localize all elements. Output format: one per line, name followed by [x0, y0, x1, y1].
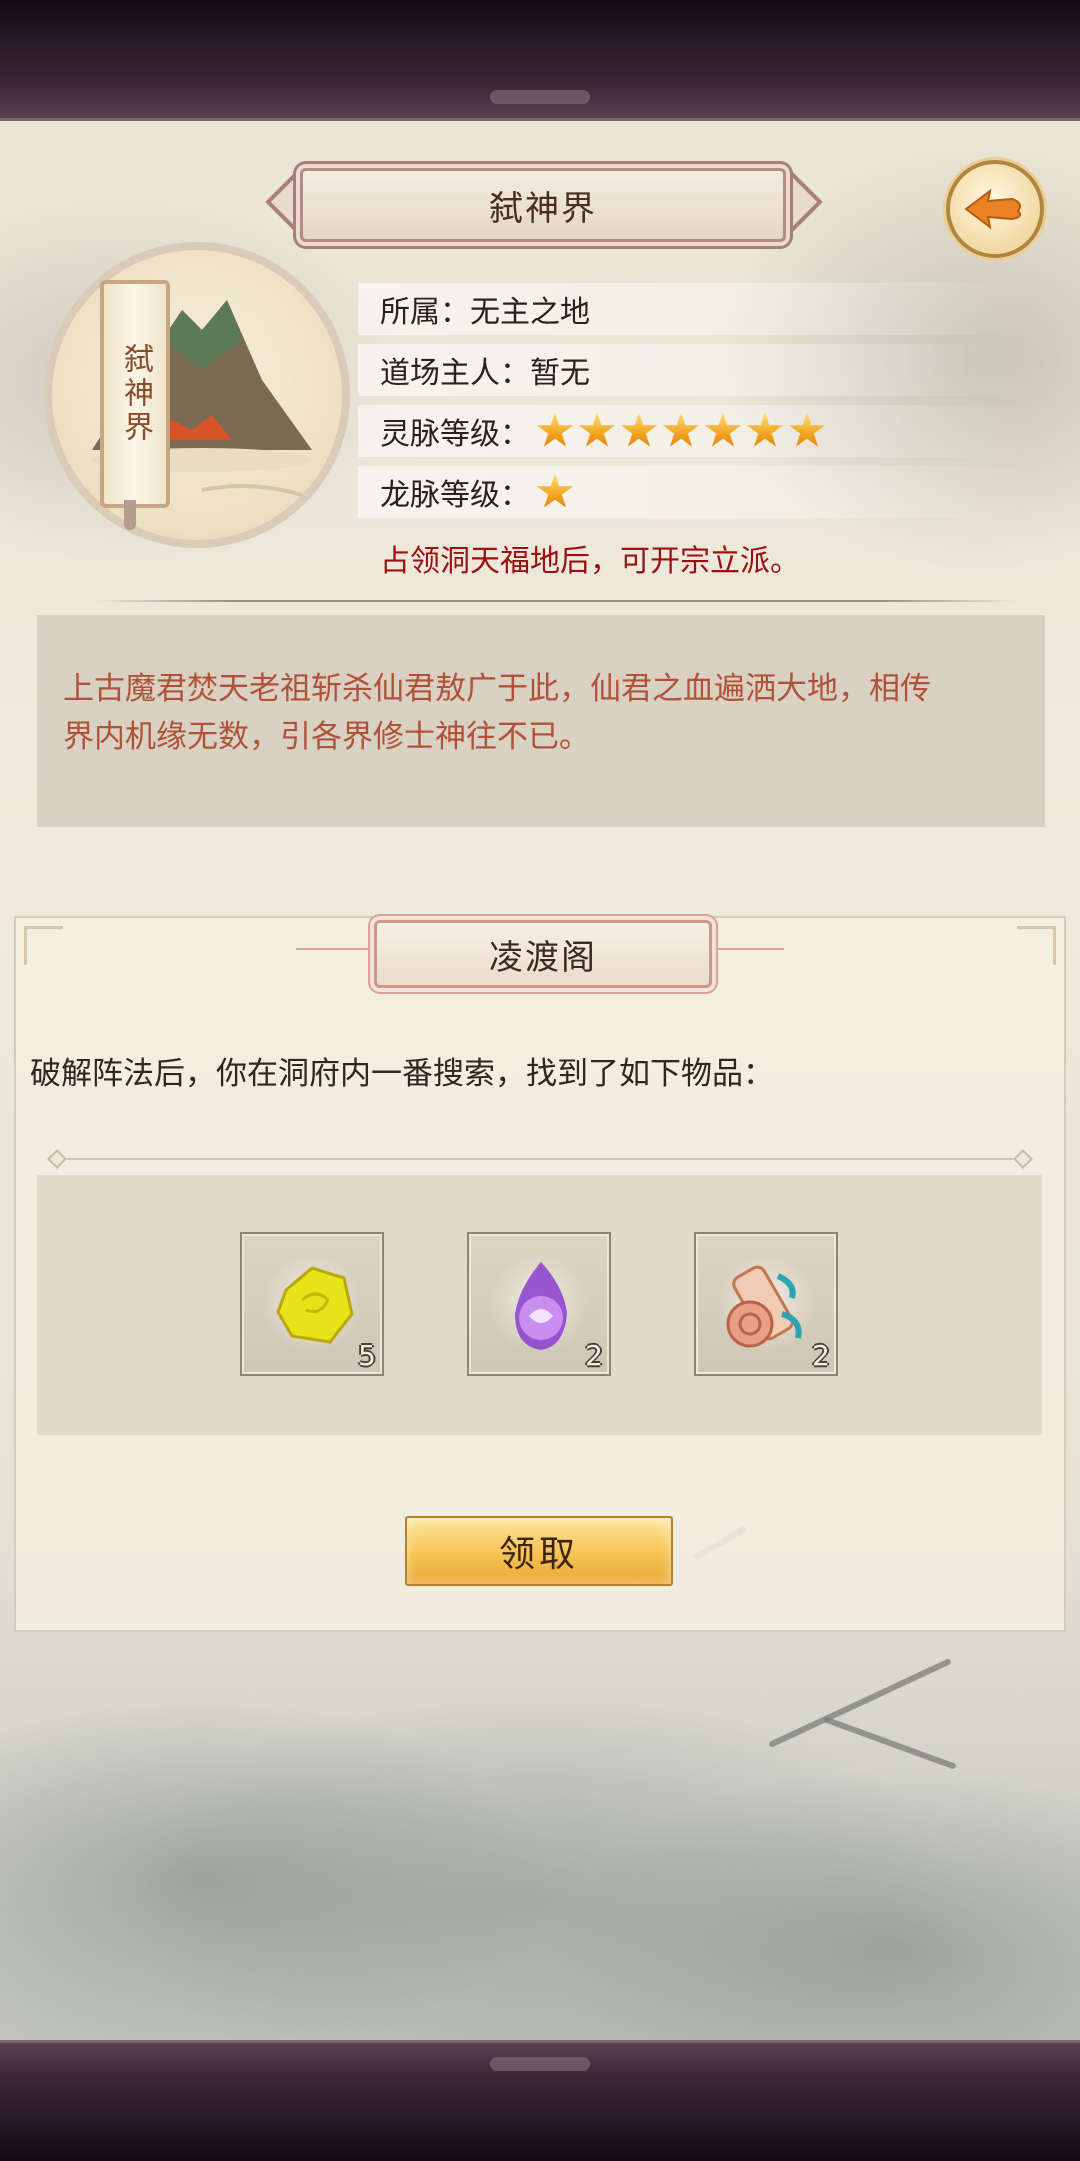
- section-title-line-right: [704, 948, 784, 950]
- reward-item-slot[interactable]: 2: [694, 1232, 838, 1376]
- title-plaque: 弑神界: [300, 168, 786, 242]
- info-row-owner: 道场主人：暂无: [358, 344, 1028, 396]
- realm-name-banner: 弑神界: [100, 280, 170, 508]
- info-row-spirit-vein: 灵脉等级：: [358, 405, 1028, 457]
- scroll-icon: [726, 1265, 802, 1348]
- claim-button[interactable]: 领取: [405, 1516, 673, 1586]
- info-row-dragon-vein: 龙脉等级：: [358, 466, 1028, 518]
- spirit-vein-label: 灵脉等级：: [380, 417, 530, 452]
- panel-corner: [1017, 926, 1056, 965]
- loot-divider: [56, 1158, 1026, 1160]
- top-frame-bar: [0, 0, 1080, 121]
- star-icon: [746, 412, 784, 447]
- dragon-vein-stars: [536, 473, 574, 511]
- star-icon: [704, 412, 742, 447]
- section-title: 凌渡阁: [489, 937, 597, 978]
- claim-button-label: 领取: [498, 1534, 579, 1575]
- star-icon: [536, 412, 574, 447]
- info-row-affiliation: 所属：无主之地: [358, 283, 1028, 335]
- divider-line: [96, 600, 1016, 602]
- purple-spirit-orb-icon: [515, 1262, 567, 1350]
- lore-description: 上古魔君焚天老祖斩杀仙君敖广于此，仙君之血遍洒大地，相传 界内机缘无数，引各界修…: [63, 665, 1019, 761]
- star-icon: [662, 412, 700, 447]
- yellow-ore-icon: [276, 1266, 354, 1344]
- item-count: 2: [812, 1339, 830, 1372]
- bottom-frame-bar: [0, 2040, 1080, 2161]
- occupy-hint: 占领洞天福地后，可开宗立派。: [380, 544, 800, 579]
- lore-line-1: 上古魔君焚天老祖斩杀仙君敖广于此，仙君之血遍洒大地，相传: [63, 671, 931, 707]
- star-icon: [620, 412, 658, 447]
- star-icon: [536, 473, 574, 508]
- panel-corner: [24, 926, 63, 965]
- owner-text: 道场主人：暂无: [380, 356, 590, 391]
- mountain-illustration: [92, 300, 312, 497]
- star-icon: [788, 412, 826, 447]
- reward-item-slot[interactable]: 2: [467, 1232, 611, 1376]
- realm-emblem: [44, 242, 350, 548]
- frame-ornament: [490, 90, 590, 104]
- star-icon: [578, 412, 616, 447]
- item-count: 5: [358, 1339, 376, 1372]
- fish-arrow-back-icon: [964, 188, 1021, 230]
- section-title-plaque: 凌渡阁: [374, 920, 712, 988]
- page-title: 弑神界: [489, 188, 597, 229]
- reward-item-slot[interactable]: 5: [240, 1232, 384, 1376]
- spirit-vein-stars: [536, 412, 826, 450]
- lore-description-box: 上古魔君焚天老祖斩杀仙君敖广于此，仙君之血遍洒大地，相传 界内机缘无数，引各界修…: [37, 615, 1045, 827]
- loot-intro-text: 破解阵法后，你在洞府内一番搜索，找到了如下物品：: [30, 1056, 774, 1092]
- lore-line-2: 界内机缘无数，引各界修士神往不已。: [63, 719, 590, 755]
- section-title-line-left: [296, 948, 376, 950]
- item-count: 2: [585, 1339, 603, 1372]
- realm-banner-text: 弑神界: [118, 343, 153, 445]
- frame-ornament: [490, 2057, 590, 2071]
- banner-tassel: [124, 500, 136, 530]
- dragon-vein-label: 龙脉等级：: [380, 478, 530, 513]
- affiliation-text: 所属：无主之地: [380, 295, 590, 330]
- back-button[interactable]: [946, 160, 1044, 258]
